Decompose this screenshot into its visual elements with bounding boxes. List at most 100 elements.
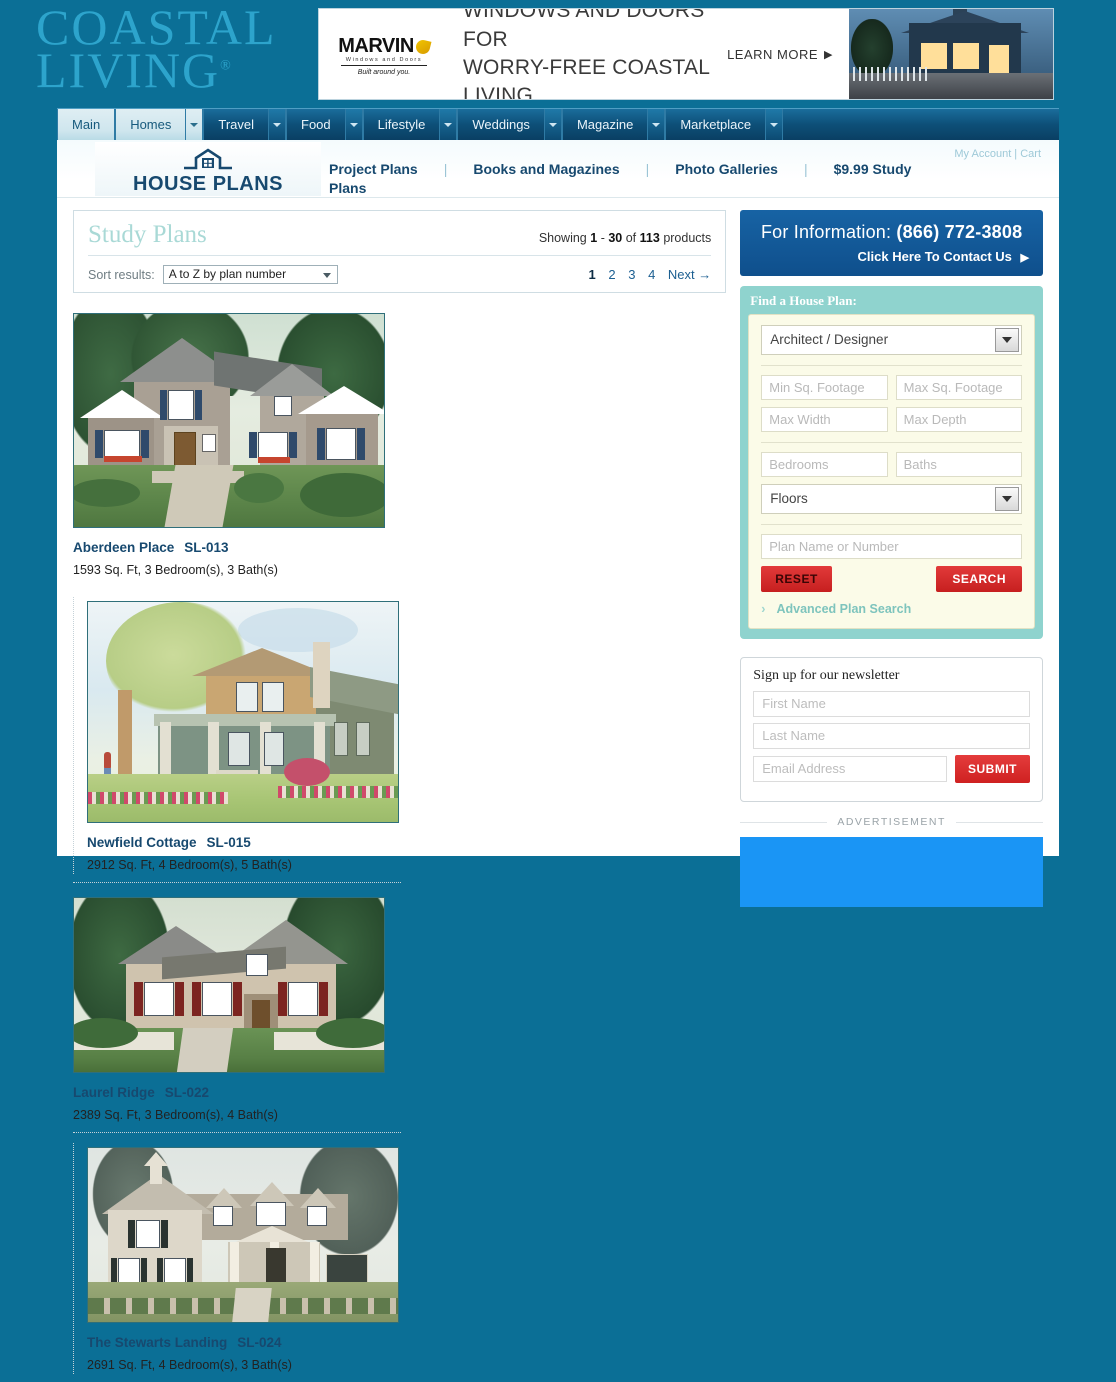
page-button-2[interactable]: 2 [608,267,615,282]
nav-item-lifestyle[interactable]: Lifestyle [362,109,458,140]
sort-label: Sort results: [88,267,155,282]
product-name[interactable]: Newfield Cottage SL-015 [87,835,401,850]
advanced-plan-search-link[interactable]: › Advanced Plan Search [761,602,1022,616]
content-columns: Study Plans Showing 1 - 30 of 113 produc… [57,198,1059,1382]
nav-label[interactable]: Homes [115,109,187,140]
subnav-item-books-and-magazines[interactable]: Books and Magazines [473,160,619,179]
nav-item-food[interactable]: Food [286,109,363,140]
bedrooms-input[interactable]: Bedrooms [761,452,888,477]
advertisement-block[interactable] [740,837,1043,907]
product-name[interactable]: Laurel Ridge SL-022 [73,1085,393,1100]
results-count: Showing 1 - 30 of 113 products [539,231,711,245]
nav-label[interactable]: Weddings [457,109,545,140]
nav-label[interactable]: Main [57,109,116,140]
max-depth-input[interactable]: Max Depth [895,407,1023,432]
nav-item-homes[interactable]: Homes [115,109,204,140]
max-sqft-input[interactable]: Max Sq. Footage [895,375,1023,400]
advertisement-banner[interactable]: MARVIN Windows and Doors Built around yo… [318,8,1054,100]
first-name-input[interactable]: First Name [753,691,1030,717]
page-button-1[interactable]: 1 [588,267,595,282]
leaf-icon [414,38,432,56]
product-card: Laurel Ridge SL-022 2389 Sq. Ft, 3 Bedroo… [73,882,401,1132]
min-sqft-input[interactable]: Min Sq. Footage [761,375,888,400]
max-width-input[interactable]: Max Width [761,407,888,432]
my-account-cart-label[interactable]: My Account | Cart [954,148,1041,160]
plan-name-input[interactable]: Plan Name or Number [761,534,1022,559]
showing-to: 30 [608,231,623,245]
newsletter-title: Sign up for our newsletter [753,668,900,683]
divider [761,524,1022,525]
chevron-down-icon[interactable] [186,109,204,140]
listing-header: Study Plans Showing 1 - 30 of 113 produc… [73,210,727,293]
chevron-down-icon[interactable] [648,109,666,140]
nav-item-marketplace[interactable]: Marketplace [665,109,784,140]
search-button[interactable]: SEARCH [936,566,1022,592]
product-meta: 2691 Sq. Ft, 4 Bedroom(s), 3 Bath(s) [87,1358,292,1372]
subnav-label-wrap: Plans [329,179,367,196]
chevron-down-icon[interactable] [269,109,287,140]
sort-select[interactable]: A to Z by plan number [162,265,338,284]
subnav-separator: | [645,161,650,177]
product-number: SL-015 [206,835,251,850]
product-name[interactable]: The Stewarts Landing SL-024 [87,1335,401,1350]
nav-item-weddings[interactable]: Weddings [457,109,562,140]
nav-item-main[interactable]: Main [57,109,116,140]
product-name[interactable]: Aberdeen Place SL-013 [73,540,393,555]
subnav-item-photo-galleries[interactable]: Photo Galleries [675,160,778,179]
nav-item-travel[interactable]: Travel [203,109,287,140]
chevron-down-icon[interactable] [440,109,458,140]
nav-label[interactable]: Magazine [561,109,649,140]
site-logo-line2: LIVING® [36,42,231,98]
house-plans-subnav: HOUSE PLANS My Account | Cart Project Pl… [57,140,1059,198]
floors-selected-value: Floors [770,491,808,506]
chevron-down-icon[interactable] [345,109,363,140]
banner-headline-1: WINDOWS AND DOORS FOR [463,8,705,51]
page-button-4[interactable]: 4 [648,267,655,282]
next-page-button[interactable]: Next → [668,267,711,282]
product-thumbnail[interactable] [87,1147,399,1323]
product-card: Aberdeen Place SL-013 1593 Sq. Ft, 3 Bedr… [73,299,401,587]
chevron-down-icon [322,273,331,278]
banner-headline-2: WORRY-FREE COASTAL LIVING [463,56,710,100]
subnav-item-project-plans[interactable]: Project Plans Plans [329,160,418,198]
product-grid: Aberdeen Place SL-013 1593 Sq. Ft, 3 Bedr… [73,293,726,1382]
account-links[interactable]: My Account | Cart [954,148,1041,160]
nav-label[interactable]: Travel [203,109,270,140]
find-a-house-plan-panel: Find a House Plan: Architect / Designer … [740,286,1043,639]
advertisement-label: ADVERTISEMENT [740,816,1043,828]
chevron-down-icon[interactable] [995,487,1019,511]
subnav-links: Project Plans Plans | Books and Magazine… [329,160,969,198]
advertiser-name: MARVIN [338,35,414,57]
nav-label[interactable]: Lifestyle [362,109,441,140]
page-button-3[interactable]: 3 [628,267,635,282]
chevron-down-icon[interactable] [544,109,562,140]
subnav-item-study-plans[interactable]: $9.99 Study [834,160,912,179]
information-phone[interactable]: (866) 772-3808 [896,222,1022,242]
showing-dash: - [600,231,605,245]
last-name-input[interactable]: Last Name [753,723,1030,749]
information-phone-line: For Information: (866) 772-3808 [754,222,1029,243]
chevron-down-icon[interactable] [766,109,784,140]
reset-button[interactable]: RESET [761,566,832,592]
product-thumbnail[interactable] [73,313,385,528]
product-thumbnail[interactable] [73,897,385,1073]
house-plans-logo[interactable]: HOUSE PLANS [95,142,321,196]
product-meta: 2912 Sq. Ft, 4 Bedroom(s), 5 Bath(s) [87,858,292,872]
learn-more-button[interactable]: LEARN MORE ▶ [723,9,849,99]
registered-mark-icon: ® [220,58,231,74]
product-thumbnail[interactable] [87,601,399,823]
floors-select[interactable]: Floors [761,484,1022,514]
email-address-input[interactable]: Email Address [753,756,947,782]
product-card: Newfield Cottage SL-015 2912 Sq. Ft, 4 Be… [73,587,401,882]
showing-from: 1 [590,231,598,245]
chevron-down-icon[interactable] [995,328,1019,352]
architect-designer-select[interactable]: Architect / Designer [761,325,1022,355]
baths-input[interactable]: Baths [895,452,1023,477]
contact-us-link[interactable]: Click Here To Contact Us ▶ [754,249,1029,264]
nav-item-magazine[interactable]: Magazine [561,109,666,140]
site-logo[interactable]: COASTAL LIVING® [36,2,336,102]
submit-button[interactable]: SUBMIT [955,755,1030,783]
divider [761,442,1022,443]
nav-label[interactable]: Food [286,109,346,140]
nav-label[interactable]: Marketplace [665,109,767,140]
